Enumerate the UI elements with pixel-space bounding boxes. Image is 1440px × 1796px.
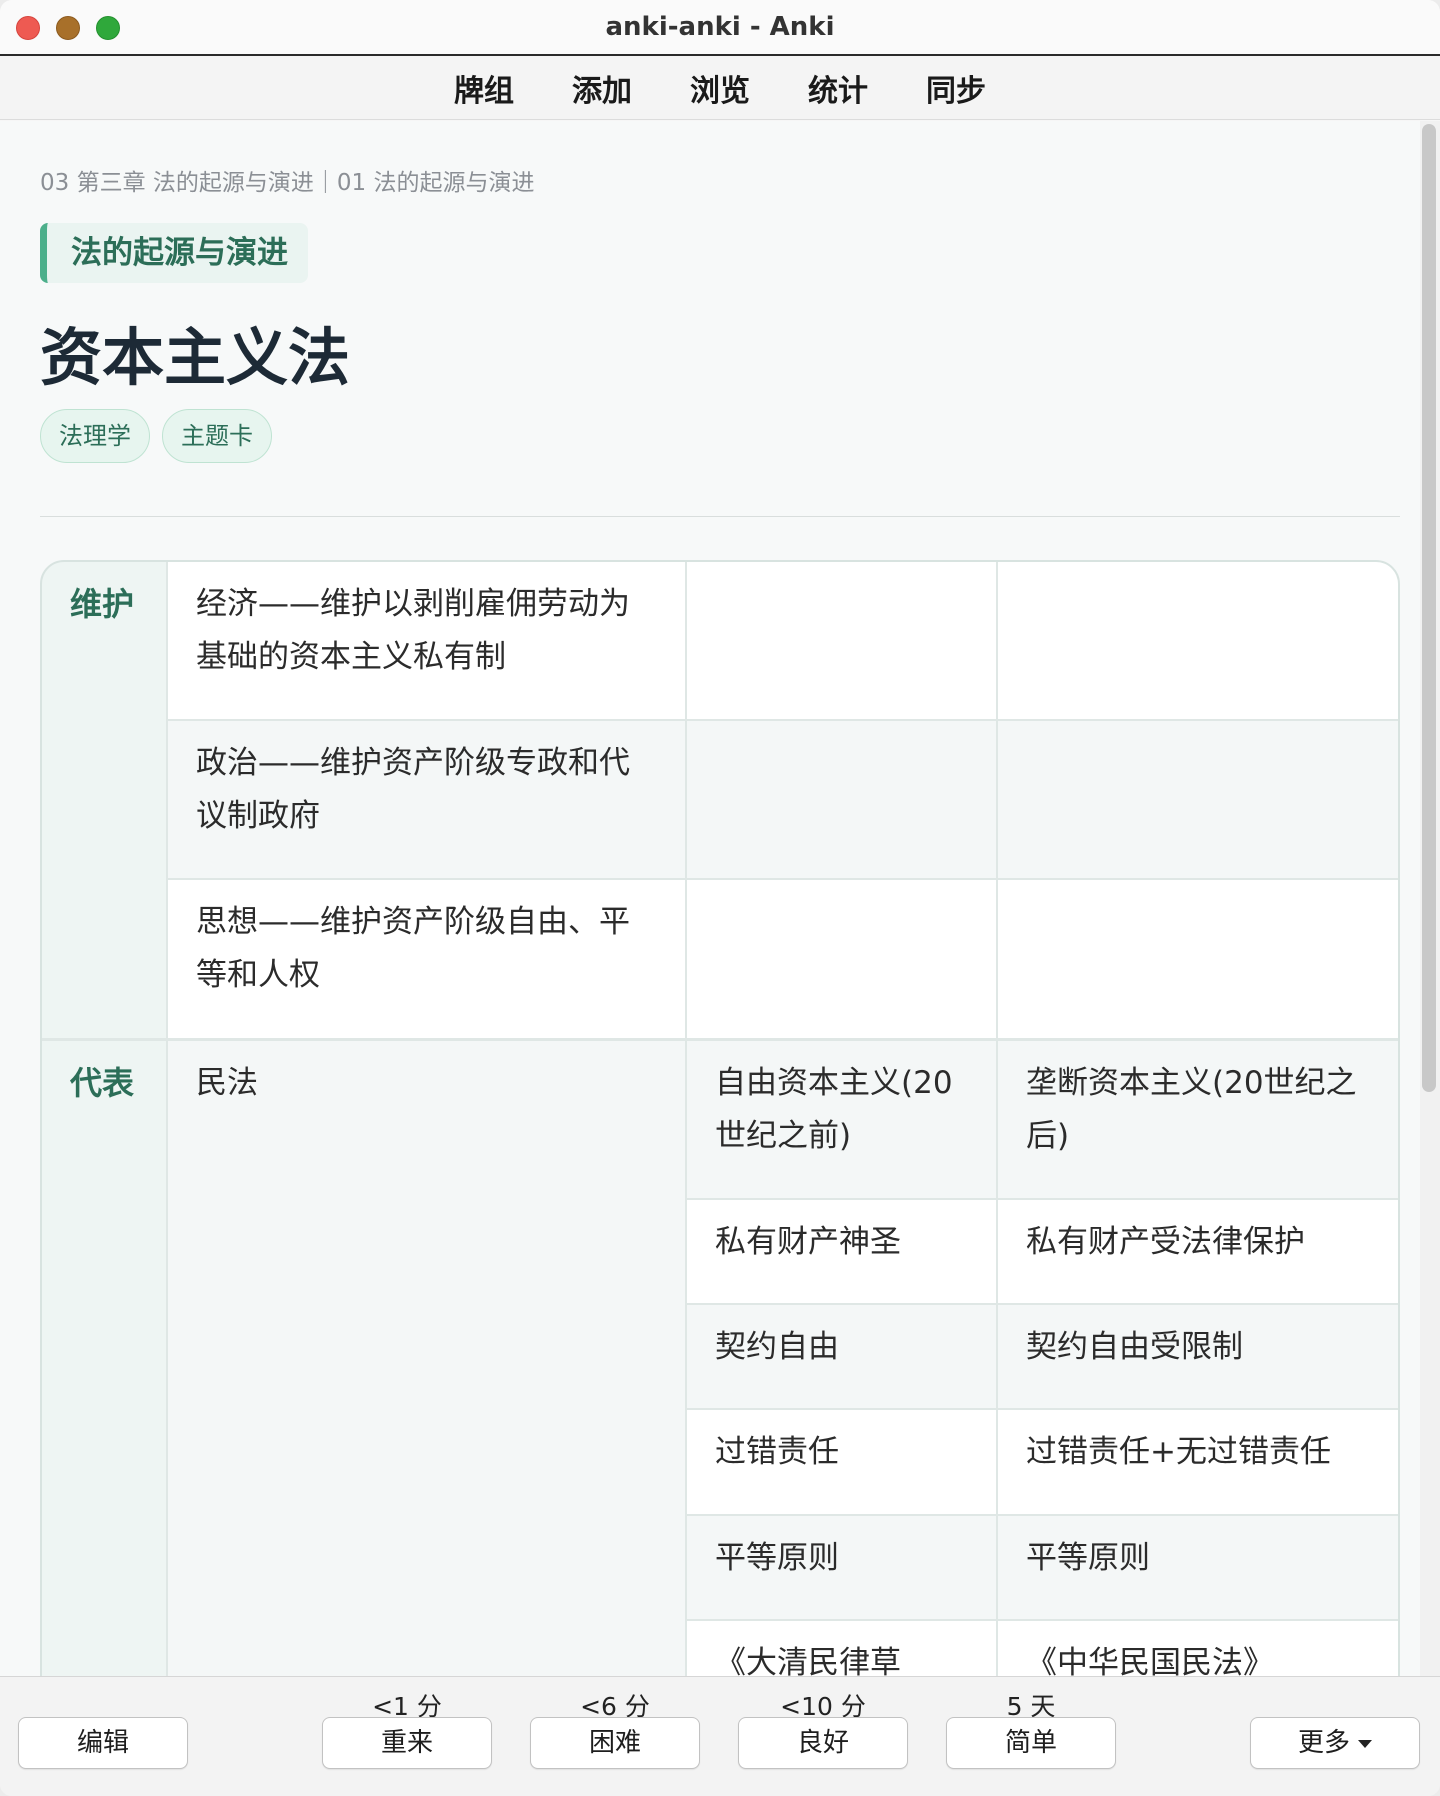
free-capitalism-header: 自由资本主义(20世纪之前) xyxy=(687,1041,996,1198)
tag-jurisprudence[interactable]: 法理学 xyxy=(40,409,150,463)
comparison-cell: 契约自由 xyxy=(687,1305,996,1408)
nav-browse[interactable]: 浏览 xyxy=(690,66,750,110)
comparison-cell: 契约自由受限制 xyxy=(998,1305,1398,1408)
scrollbar-thumb[interactable] xyxy=(1422,124,1436,1092)
empty-cell xyxy=(998,880,1398,1038)
card-title: 资本主义法 xyxy=(40,321,351,394)
empty-cell xyxy=(687,880,996,1038)
empty-cell xyxy=(687,562,996,719)
empty-cell xyxy=(687,721,996,878)
empty-cell xyxy=(998,562,1398,719)
card-content: 03 第三章 法的起源与演进｜01 法的起源与演进 法的起源与演进 资本主义法 … xyxy=(0,121,1420,1676)
more-button[interactable]: 更多 xyxy=(1250,1717,1420,1769)
nav-stats[interactable]: 统计 xyxy=(808,66,868,110)
comparison-cell: 过错责任+无过错责任 xyxy=(998,1410,1398,1514)
content-table: 维护 经济——维护以剥削雇佣劳动为基础的资本主义私有制 政治——维护资产阶级专政… xyxy=(40,560,1400,1676)
comparison-cell: 《大清民律草 xyxy=(687,1621,996,1676)
easy-button[interactable]: 简单 xyxy=(946,1717,1116,1769)
window-title: anki-anki - Anki xyxy=(605,12,835,42)
section-label: 法的起源与演进 xyxy=(40,223,308,283)
nav-sync[interactable]: 同步 xyxy=(926,66,986,110)
top-nav: 牌组 添加 浏览 统计 同步 xyxy=(0,56,1440,120)
anki-window: anki-anki - Anki 牌组 添加 浏览 统计 同步 03 第三章 法… xyxy=(0,0,1440,1796)
comparison-cell: 私有财产神圣 xyxy=(687,1200,996,1303)
monopoly-capitalism-header: 垄断资本主义(20世纪之后) xyxy=(998,1041,1398,1198)
nav-add[interactable]: 添加 xyxy=(572,66,632,110)
maintain-politics: 政治——维护资产阶级专政和代议制政府 xyxy=(168,721,685,878)
comparison-cell: 《中华民国民法》 xyxy=(998,1621,1398,1676)
chevron-down-icon xyxy=(1358,1739,1372,1748)
nav-decks[interactable]: 牌组 xyxy=(454,66,514,110)
empty-cell xyxy=(998,721,1398,878)
maintain-ideology: 思想——维护资产阶级自由、平等和人权 xyxy=(168,880,685,1038)
more-label: 更多 xyxy=(1297,1728,1350,1758)
represent-civil-law: 民法 xyxy=(168,1041,685,1676)
answer-bar: 编辑 <1 分 重来 <6 分 困难 <10 分 良好 5 天 简单 更多 xyxy=(0,1676,1440,1796)
tag-topic-card[interactable]: 主题卡 xyxy=(162,409,272,463)
breadcrumb: 03 第三章 法的起源与演进｜01 法的起源与演进 xyxy=(40,170,535,196)
edit-button[interactable]: 编辑 xyxy=(18,1717,188,1769)
hard-button[interactable]: 困难 xyxy=(530,1717,700,1769)
again-button[interactable]: 重来 xyxy=(322,1717,492,1769)
comparison-cell: 私有财产受法律保护 xyxy=(998,1200,1398,1303)
divider xyxy=(40,516,1400,517)
title-bar: anki-anki - Anki xyxy=(0,0,1440,56)
good-button[interactable]: 良好 xyxy=(738,1717,908,1769)
row-header-represent: 代表 xyxy=(42,1041,166,1676)
comparison-cell: 过错责任 xyxy=(687,1410,996,1514)
row-header-maintain: 维护 xyxy=(42,562,166,1038)
comparison-cell: 平等原则 xyxy=(687,1516,996,1619)
maintain-economy: 经济——维护以剥削雇佣劳动为基础的资本主义私有制 xyxy=(168,562,685,719)
comparison-cell: 平等原则 xyxy=(998,1516,1398,1619)
